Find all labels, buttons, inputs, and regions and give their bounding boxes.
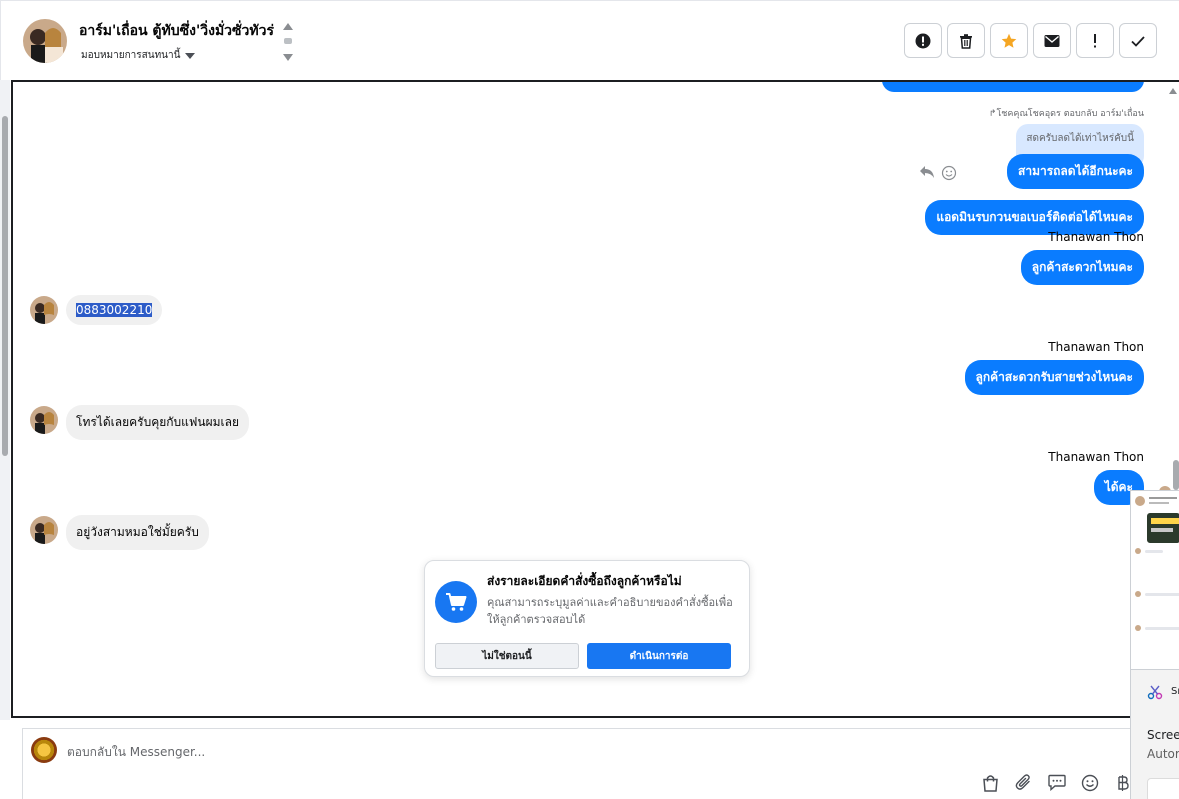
message-bubble[interactable]: ลูกค้าสะดวกไหมคะ: [1020, 250, 1144, 285]
sender-name: Thanawan Thon: [1048, 230, 1144, 244]
scrollbar-thumb[interactable]: [2, 116, 8, 456]
name-scroll-control[interactable]: [283, 23, 293, 61]
contact-avatar[interactable]: [23, 19, 67, 63]
shopping-cart-icon: [435, 581, 477, 623]
trash-icon: [960, 33, 972, 49]
caret-down-icon: [185, 52, 196, 59]
reply-context: ↱โชคคุณโชคอุดร ตอบกลับ อาร์ม'เถื่อน: [989, 106, 1144, 120]
phone-number-text[interactable]: 0883002210: [76, 303, 153, 317]
arrow-down-icon[interactable]: [283, 54, 293, 61]
continue-button[interactable]: ดำเนินการต่อ: [587, 643, 731, 669]
snipping-tool-icon: [1147, 685, 1163, 700]
assign-conversation-dropdown[interactable]: มอบหมายการสนทนานี้: [81, 48, 196, 63]
screenshot-preview-thumbnail[interactable]: [1130, 490, 1179, 670]
scroll-handle[interactable]: [284, 38, 292, 44]
emoji-react-icon[interactable]: [941, 165, 957, 185]
message-bubble-incoming[interactable]: อยู่วังสามหมอใช่มั้ยครับ: [66, 515, 209, 550]
notification-body: Autor: [1147, 747, 1179, 761]
arrow-up-icon[interactable]: [283, 23, 293, 30]
envelope-icon: [1044, 34, 1060, 47]
sender-name: Thanawan Thon: [1048, 340, 1144, 354]
notification-app-name: Sn: [1171, 686, 1179, 697]
saved-reply-icon[interactable]: [1047, 773, 1066, 792]
page-avatar[interactable]: [31, 737, 57, 763]
message-composer: ตอบกลับใน Messenger...: [22, 728, 1179, 799]
reply-action-icon[interactable]: [919, 164, 935, 183]
message-bubble[interactable]: สามารถลดได้อีกนะคะ: [1007, 154, 1144, 189]
delete-button[interactable]: [947, 23, 985, 58]
window-scrollbar[interactable]: [0, 80, 10, 720]
contact-avatar-small[interactable]: [30, 406, 58, 434]
shopping-bag-icon[interactable]: [981, 773, 1000, 792]
message-bubble[interactable]: ลูกค้าสะดวกรับสายช่วงไหนคะ: [964, 360, 1144, 395]
follow-up-button[interactable]: [1076, 23, 1114, 58]
mark-done-button[interactable]: [1119, 23, 1157, 58]
star-icon: [1001, 33, 1017, 48]
mark-unread-button[interactable]: [1033, 23, 1071, 58]
star-button[interactable]: [990, 23, 1028, 58]
exclamation-icon: [1094, 33, 1096, 47]
notification-title: Scree: [1147, 728, 1179, 742]
reply-meta-text: โชคคุณโชคอุดร ตอบกลับ อาร์ม'เถื่อน: [996, 109, 1144, 119]
message-thread[interactable]: ↱โชคคุณโชคอุดร ตอบกลับ อาร์ม'เถื่อน สดคร…: [11, 80, 1179, 718]
order-details-prompt: ส่งรายละเอียดคำสั่งซื้อถึงลูกค้าหรือไม่ …: [424, 560, 750, 677]
not-now-button[interactable]: ไม่ใช่ตอนนี้: [435, 643, 579, 669]
conversation-header: อาร์ม'เถื่อน ตู้ทับซึ่ง'วิ่งมั่วซั่วทัวร…: [0, 0, 1179, 80]
mark-spam-button[interactable]: [904, 23, 942, 58]
order-prompt-title: ส่งรายละเอียดคำสั่งซื้อถึงลูกค้าหรือไม่: [487, 574, 682, 588]
emoji-icon[interactable]: [1080, 773, 1099, 792]
contact-name: อาร์ม'เถื่อน ตู้ทับซึ่ง'วิ่งมั่วซั่วทัวร…: [79, 23, 275, 39]
alert-icon: [915, 33, 931, 48]
reply-input[interactable]: ตอบกลับใน Messenger...: [67, 743, 205, 762]
message-bubble-incoming[interactable]: โทรได้เลยครับคุยกับแฟนผมเลย: [66, 405, 250, 440]
check-icon: [1131, 35, 1145, 47]
sender-name: Thanawan Thon: [1048, 450, 1144, 464]
messenger-inbox: อาร์ม'เถื่อน ตู้ทับซึ่ง'วิ่งมั่วซั่วทัวร…: [0, 0, 1179, 799]
contact-avatar-small[interactable]: [30, 296, 58, 324]
message-bubble-incoming[interactable]: 0883002210: [66, 295, 163, 325]
paperclip-icon[interactable]: [1014, 773, 1033, 792]
assign-label: มอบหมายการสนทนานี้: [81, 50, 181, 61]
contact-avatar-small[interactable]: [30, 516, 58, 544]
order-prompt-description: คุณสามารถระบุมูลค่าและคำอธิบายของคำสั่งซ…: [487, 596, 733, 626]
composer-toolbar: [981, 773, 1132, 792]
thread-scrollbar-thumb[interactable]: [1173, 460, 1179, 490]
message-bubble-cutoff[interactable]: [882, 82, 1144, 92]
notification-action[interactable]: [1147, 778, 1179, 799]
snipping-tool-notification[interactable]: Sn Scree Autor: [1130, 670, 1179, 799]
thread-scroll-up-icon[interactable]: [1169, 88, 1177, 94]
